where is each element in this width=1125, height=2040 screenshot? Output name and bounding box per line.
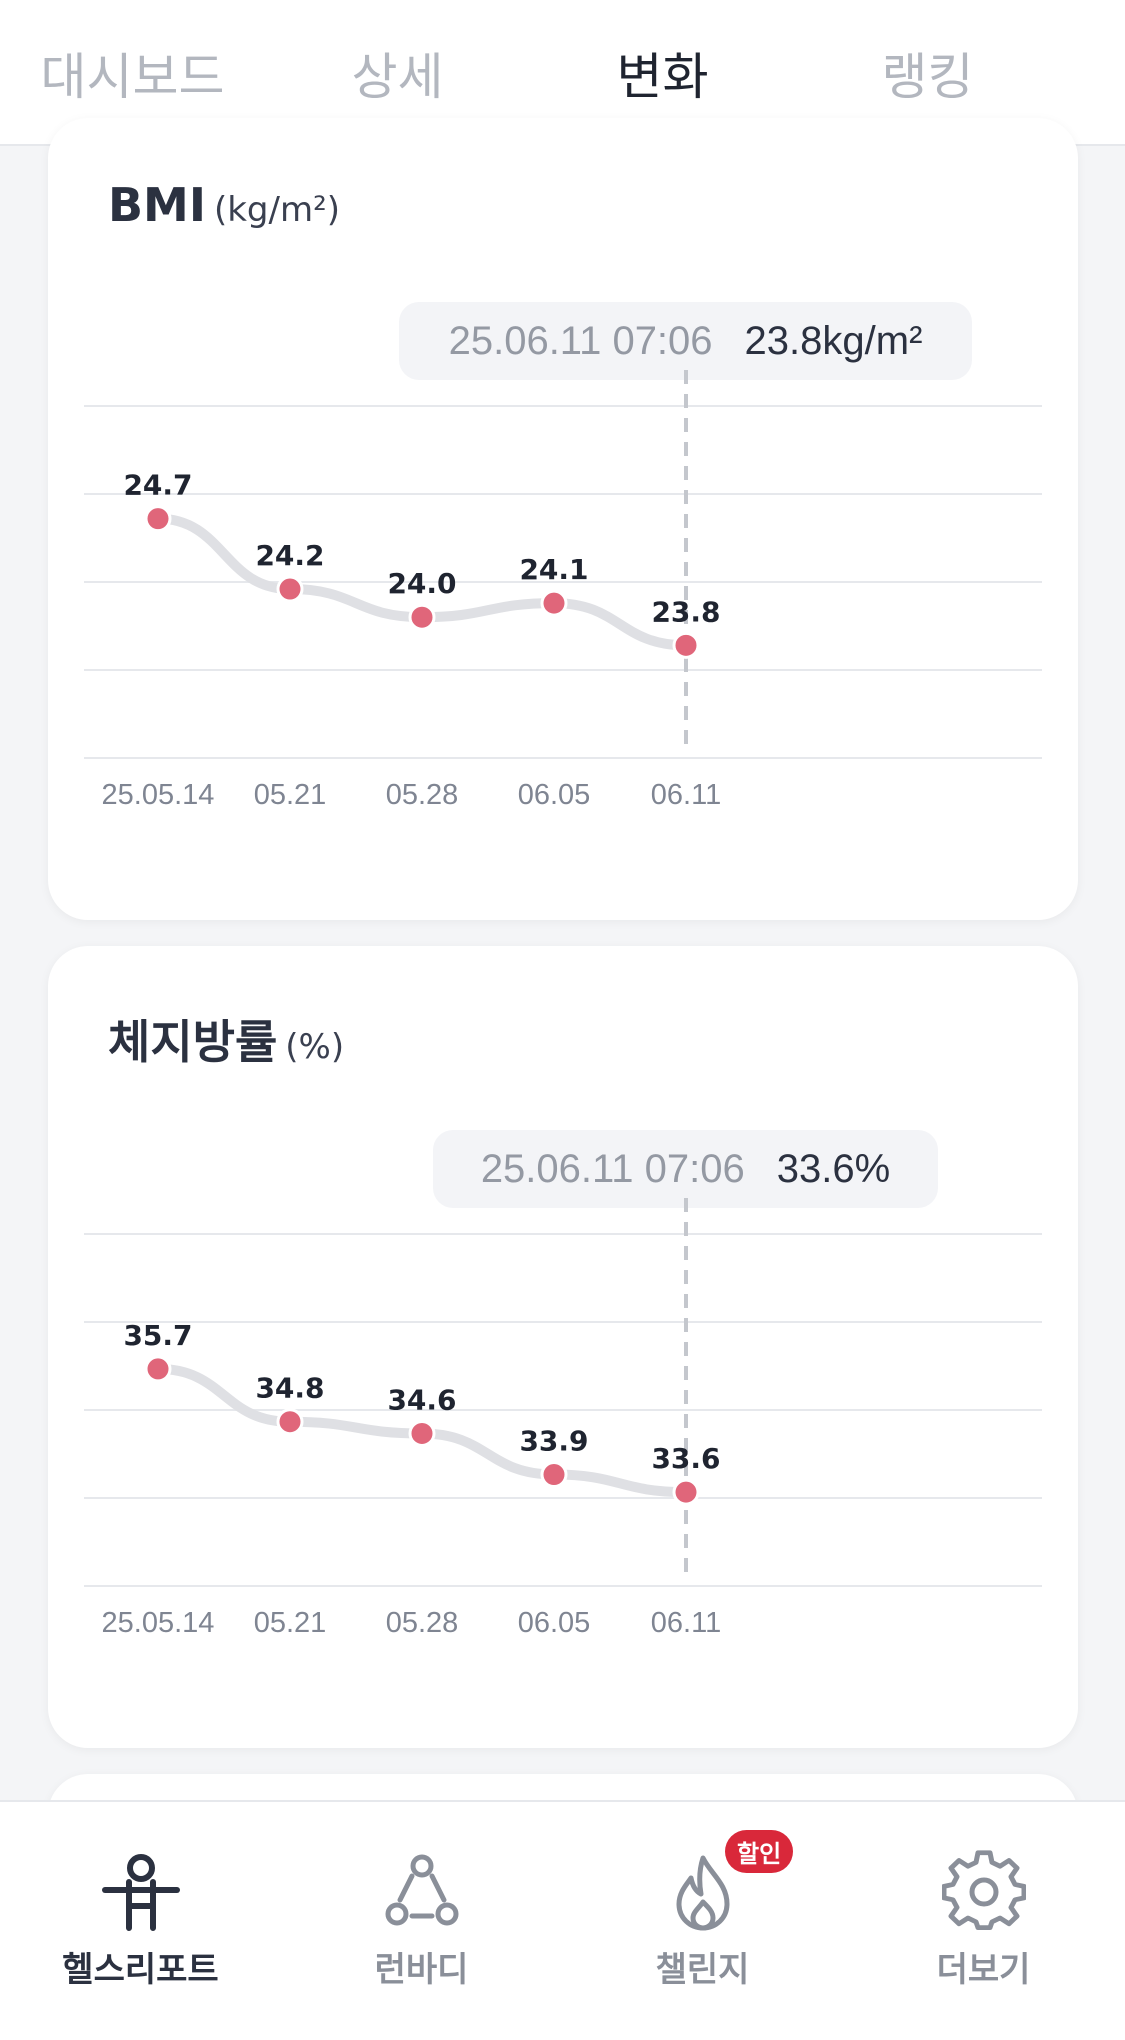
bodyfat-x-tick-label: 06.05 — [518, 1607, 591, 1639]
nav-more-label: 더보기 — [936, 1950, 1031, 1990]
bmi-data-point — [276, 575, 304, 603]
bodyfat-line-chart[interactable]: 35.7 34.8 34.6 33.9 33.6 25.05.14 05.21 05.28 06… — [48, 1198, 1078, 1648]
bmi-value-label: 24.2 — [255, 539, 324, 572]
bmi-x-tick-label: 05.21 — [254, 779, 327, 811]
nav-health-report[interactable]: 헬스리포트 — [0, 1802, 281, 2040]
discount-badge: 할인 — [725, 1830, 794, 1873]
bodyfat-card-title: 체지방률 (%) — [108, 1006, 344, 1072]
bodyfat-tooltip-date: 25.06.11 07:06 — [480, 1146, 745, 1191]
bmi-data-point — [408, 603, 436, 631]
bmi-data-point — [540, 589, 568, 617]
bmi-unit: (kg/m²) — [213, 190, 340, 230]
nav-health-report-label: 헬스리포트 — [62, 1950, 219, 1990]
bodyfat-value-label: 34.8 — [255, 1372, 324, 1405]
bmi-x-tick-label: 05.28 — [386, 779, 459, 811]
bmi-data-point — [144, 505, 172, 533]
bmi-x-tick-label: 25.05.14 — [102, 779, 215, 811]
nav-challenge-label: 챌린지 — [655, 1950, 750, 1990]
bmi-tooltip-date: 25.06.11 07:06 — [448, 318, 713, 363]
bmi-title: BMI — [108, 178, 206, 232]
gear-icon — [941, 1850, 1026, 1931]
bmi-value-label: 24.1 — [519, 553, 588, 586]
bodyfat-data-point — [276, 1408, 304, 1436]
bmi-line-chart[interactable]: 24.7 24.2 24.0 24.1 23.8 25.05.14 05.21 05.28 06… — [48, 370, 1078, 820]
bodyfat-value-label: 35.7 — [123, 1319, 192, 1352]
nav-more[interactable]: 더보기 — [843, 1802, 1124, 2040]
bmi-value-label: 24.7 — [123, 469, 192, 502]
bmi-card: BMI (kg/m²) 25.06.11 07:06 23.8kg/m² 24.7… — [48, 118, 1078, 920]
bodyfat-unit: (%) — [285, 1027, 345, 1067]
bodyfat-value-label: 33.6 — [651, 1442, 720, 1475]
bmi-tooltip-value: 23.8kg/m² — [744, 318, 923, 363]
bmi-data-point — [672, 631, 700, 659]
bmi-x-tick-label: 06.05 — [518, 779, 591, 811]
bmi-value-label: 23.8 — [651, 595, 720, 628]
bodyfat-x-tick-label: 05.21 — [254, 1607, 327, 1639]
bodyfat-value-label: 33.9 — [519, 1425, 588, 1458]
bodyfat-tooltip-value: 33.6% — [776, 1146, 891, 1191]
bodyfat-card: 체지방률 (%) 25.06.11 07:06 33.6% 35.7 34.8 34.… — [48, 946, 1078, 1748]
bodyfat-data-point — [540, 1461, 568, 1489]
nav-runbody[interactable]: 런바디 — [281, 1802, 562, 2040]
bodyfat-value-label: 34.6 — [387, 1383, 456, 1416]
bmi-tooltip: 25.06.11 07:06 23.8kg/m² — [399, 302, 972, 380]
bodyfat-x-tick-label: 05.28 — [386, 1607, 459, 1639]
bodyfat-tooltip: 25.06.11 07:06 33.6% — [433, 1130, 938, 1208]
nav-runbody-label: 런바디 — [374, 1950, 469, 1990]
runbody-icon — [385, 1854, 458, 1926]
bmi-value-label: 24.0 — [387, 567, 456, 600]
bodyfat-title: 체지방률 — [108, 1015, 278, 1069]
bodyfat-x-tick-label: 06.11 — [651, 1607, 721, 1639]
bmi-card-title: BMI (kg/m²) — [108, 178, 340, 232]
bodyfat-x-tick-label: 25.05.14 — [102, 1607, 215, 1639]
bodyfat-data-point — [672, 1478, 700, 1506]
bottom-navigation: 헬스리포트 런바디 할인 챌린지 더보기 — [0, 1800, 1125, 2040]
person-icon — [101, 1854, 180, 1931]
bodyfat-data-point — [144, 1355, 172, 1383]
bmi-x-tick-label: 06.11 — [651, 779, 721, 811]
bodyfat-data-point — [408, 1419, 436, 1447]
nav-challenge[interactable]: 할인 챌린지 — [562, 1802, 843, 2040]
